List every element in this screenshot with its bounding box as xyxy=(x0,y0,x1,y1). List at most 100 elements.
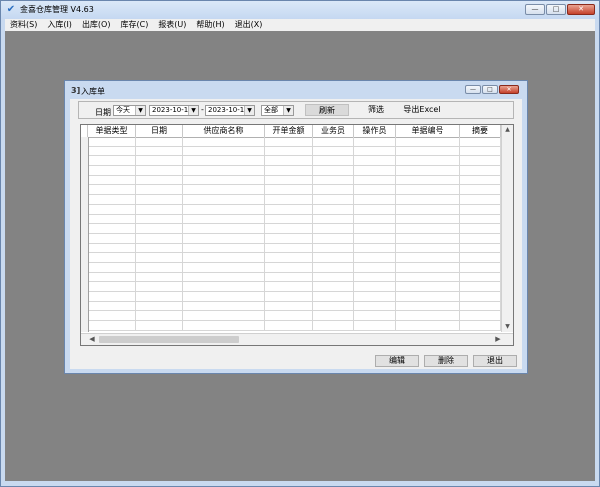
menu-item-help[interactable]: 帮助(H) xyxy=(191,19,229,31)
scroll-left-icon[interactable]: ◀ xyxy=(87,334,97,345)
table-cell xyxy=(265,166,313,175)
edit-button[interactable]: 编辑 xyxy=(375,355,419,367)
table-cell xyxy=(313,195,354,204)
child-title-bar: 3] 入库单 — □ ✕ xyxy=(65,81,527,99)
table-row[interactable] xyxy=(81,185,501,196)
period-select[interactable]: 今天 ▼ xyxy=(113,105,146,116)
table-row[interactable] xyxy=(81,214,501,225)
horizontal-scroll-thumb[interactable] xyxy=(99,336,239,343)
column-header-salesperson[interactable]: 业务员 xyxy=(313,125,354,137)
column-header-order-number[interactable]: 单据编号 xyxy=(396,125,460,137)
scroll-up-icon[interactable]: ▲ xyxy=(502,125,513,135)
table-cell xyxy=(88,321,136,330)
table-cell xyxy=(396,175,460,185)
table-row[interactable] xyxy=(81,195,501,205)
table-cell xyxy=(183,146,265,156)
delete-button[interactable]: 删除 xyxy=(424,355,468,367)
table-cell xyxy=(354,253,396,262)
date-label: 日期 xyxy=(95,108,111,117)
table-cell xyxy=(265,137,313,146)
table-cell xyxy=(88,156,136,166)
table-row[interactable] xyxy=(81,282,501,292)
scroll-right-icon[interactable]: ▶ xyxy=(493,334,503,345)
table-cell xyxy=(460,175,501,185)
menu-item-outbound[interactable]: 出库(O) xyxy=(77,19,116,31)
table-body xyxy=(81,137,501,332)
table-row[interactable] xyxy=(81,262,501,273)
table-cell xyxy=(265,243,313,253)
table-row[interactable] xyxy=(81,272,501,283)
table-cell xyxy=(183,301,265,311)
table-cell xyxy=(265,156,313,166)
table-row[interactable] xyxy=(81,243,501,254)
table-cell xyxy=(460,282,501,291)
table-row[interactable] xyxy=(81,166,501,176)
refresh-button[interactable]: 刷新 xyxy=(305,104,349,116)
table-cell xyxy=(136,272,183,282)
table-cell xyxy=(88,301,136,311)
table-cell xyxy=(136,195,183,204)
end-date-picker[interactable]: 2023-10-17 ▼ xyxy=(205,105,255,116)
table-cell xyxy=(183,137,265,146)
table-row[interactable] xyxy=(81,146,501,157)
menu-item-reports[interactable]: 报表(U) xyxy=(153,19,191,31)
table-row[interactable] xyxy=(81,311,501,322)
table-cell xyxy=(265,146,313,156)
horizontal-scrollbar[interactable]: ◀ ▶ xyxy=(81,333,513,345)
menu-item-data[interactable]: 资料(S) xyxy=(5,19,42,31)
exit-button[interactable]: 退出 xyxy=(473,355,517,367)
screen-button[interactable]: 筛选 xyxy=(361,104,391,116)
type-filter-select[interactable]: 全部 ▼ xyxy=(261,105,294,116)
menu-item-stock[interactable]: 库存(C) xyxy=(115,19,153,31)
table-cell xyxy=(313,272,354,282)
export-excel-button[interactable]: 导出Excel xyxy=(397,104,447,116)
table-cell xyxy=(88,185,136,195)
minimize-button[interactable]: — xyxy=(525,4,545,15)
table-cell xyxy=(183,224,265,233)
table-row[interactable] xyxy=(81,224,501,234)
table-cell xyxy=(136,224,183,233)
table-cell xyxy=(88,175,136,185)
table-row[interactable] xyxy=(81,321,501,331)
column-header-summary[interactable]: 摘要 xyxy=(460,125,501,137)
menu-item-exit[interactable]: 退出(X) xyxy=(230,19,268,31)
column-header-operator[interactable]: 操作员 xyxy=(354,125,396,137)
table-cell xyxy=(88,292,136,301)
table-cell xyxy=(183,195,265,204)
table-row[interactable] xyxy=(81,253,501,263)
child-maximize-button[interactable]: □ xyxy=(482,85,498,94)
column-header-amount[interactable]: 开单金额 xyxy=(265,125,313,137)
chevron-down-icon: ▼ xyxy=(188,106,198,115)
menu-item-inbound[interactable]: 入库(I) xyxy=(42,19,77,31)
table-cell xyxy=(396,311,460,321)
table-cell xyxy=(354,262,396,272)
table-row[interactable] xyxy=(81,175,501,186)
start-date-picker[interactable]: 2023-10-17 ▼ xyxy=(149,105,199,116)
table-cell xyxy=(313,321,354,330)
table-row[interactable] xyxy=(81,156,501,167)
column-header-supplier[interactable]: 供应商名称 xyxy=(183,125,265,137)
period-value: 今天 xyxy=(116,106,130,114)
child-minimize-button[interactable]: — xyxy=(465,85,481,94)
close-button[interactable]: ✕ xyxy=(567,4,595,15)
table-row[interactable] xyxy=(81,137,501,147)
table-cell xyxy=(396,272,460,282)
table-cell xyxy=(354,166,396,175)
table-row[interactable] xyxy=(81,301,501,312)
table-row[interactable] xyxy=(81,204,501,215)
table-cell xyxy=(354,137,396,146)
table-cell xyxy=(136,156,183,166)
table-cell xyxy=(88,146,136,156)
table-row[interactable] xyxy=(81,292,501,302)
table-row[interactable] xyxy=(81,233,501,244)
column-header-type[interactable]: 单据类型 xyxy=(88,125,136,137)
app-logo-icon: ✔ xyxy=(6,4,16,15)
child-close-button[interactable]: ✕ xyxy=(499,85,519,94)
maximize-button[interactable]: □ xyxy=(546,4,566,15)
table-cell xyxy=(136,321,183,330)
inbound-table[interactable]: 单据类型 日期 供应商名称 开单金额 业务员 操作员 单据编号 摘要 ▲ ▼ ◀ xyxy=(80,124,514,346)
column-header-date[interactable]: 日期 xyxy=(136,125,183,137)
vertical-scrollbar[interactable]: ▲ ▼ xyxy=(501,125,513,332)
table-cell xyxy=(396,137,460,146)
scroll-down-icon[interactable]: ▼ xyxy=(502,322,513,332)
